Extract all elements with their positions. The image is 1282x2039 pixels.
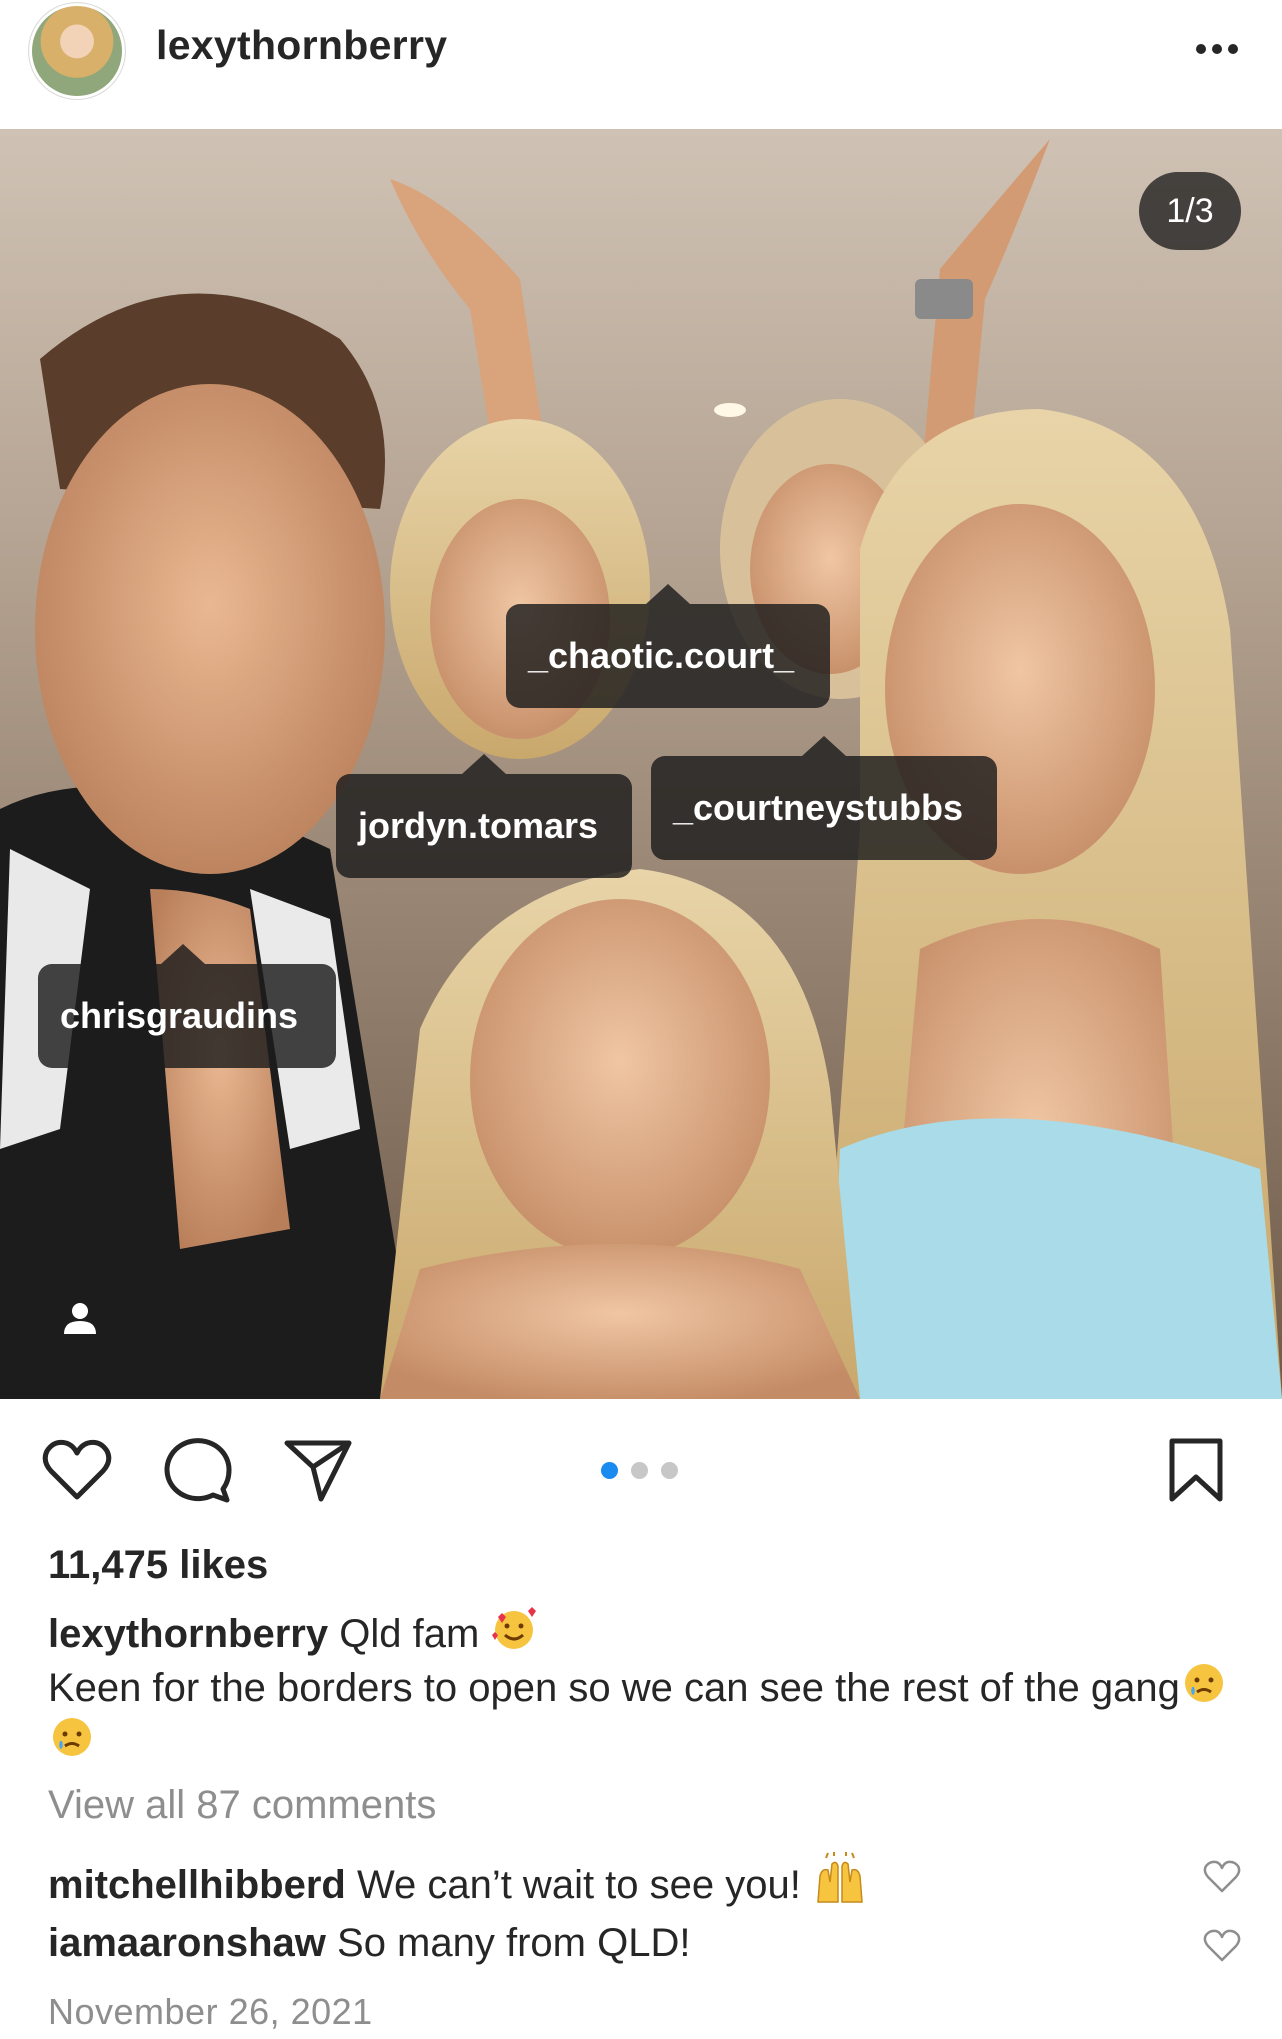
- user-tag-courtneystubbs[interactable]: _courtneystubbs: [651, 736, 997, 860]
- comment-username[interactable]: iamaaronshaw: [48, 1921, 326, 1965]
- heart-icon[interactable]: [42, 1437, 112, 1503]
- crying-face-icon-1: [1184, 1664, 1223, 1702]
- user-tag-chaotic-court[interactable]: _chaotic.court_: [506, 584, 830, 708]
- user-tag-chrisgraudins[interactable]: chrisgraudins: [38, 944, 336, 1068]
- comment-username[interactable]: mitchellhibberd: [48, 1863, 346, 1907]
- post-caption: lexythornberry Qld fam Keen for the bord…: [48, 1605, 1228, 1767]
- person-icon[interactable]: [42, 1280, 118, 1356]
- carousel-dot-3: [661, 1462, 678, 1479]
- smiling-face-with-hearts-icon: [492, 1607, 537, 1649]
- profile-avatar[interactable]: [29, 3, 125, 99]
- comment-text: We can’t wait to see you!: [356, 1863, 801, 1907]
- comment-bubble-icon[interactable]: [163, 1437, 233, 1503]
- user-tag-jordyn-tomars[interactable]: jordyn.tomars: [336, 754, 632, 878]
- comment-like-heart-icon[interactable]: [1203, 1929, 1241, 1963]
- comment-like-heart-icon[interactable]: [1203, 1860, 1241, 1894]
- comment-row: mitchellhibberd We can’t wait to see you…: [48, 1852, 1188, 1908]
- carousel-dot-1: [601, 1462, 618, 1479]
- post-photo[interactable]: 1/3 _chaotic.court_ jordyn.tomars _court…: [0, 129, 1282, 1399]
- action-bar: [0, 1399, 1282, 1539]
- caption-line1: Qld fam: [339, 1612, 480, 1656]
- likes-count[interactable]: 11,475 likes: [48, 1543, 268, 1588]
- photo-counter: 1/3: [1139, 172, 1241, 250]
- raising-hands-icon: [817, 1852, 863, 1903]
- person-glyph: [64, 1303, 96, 1334]
- comment-text: So many from QLD!: [337, 1921, 691, 1965]
- paper-plane-icon[interactable]: [283, 1437, 353, 1503]
- post-date: November 26, 2021: [48, 1991, 373, 2032]
- header-username[interactable]: lexythornberry: [156, 22, 447, 69]
- crying-face-icon-2: [53, 1718, 91, 1756]
- comment-row: iamaaronshaw So many from QLD!: [48, 1921, 1188, 1966]
- ellipsis-icon[interactable]: [1194, 34, 1240, 64]
- carousel-dot-2: [631, 1462, 648, 1479]
- caption-username[interactable]: lexythornberry: [48, 1612, 328, 1656]
- bookmark-icon[interactable]: [1166, 1437, 1226, 1503]
- carousel-dots: [601, 1462, 678, 1479]
- post-header: lexythornberry: [0, 0, 1282, 129]
- caption-line2: Keen for the borders to open so we can s…: [48, 1666, 1180, 1710]
- photo-scene: [0, 129, 1282, 1399]
- view-all-comments-link[interactable]: View all 87 comments: [48, 1783, 436, 1828]
